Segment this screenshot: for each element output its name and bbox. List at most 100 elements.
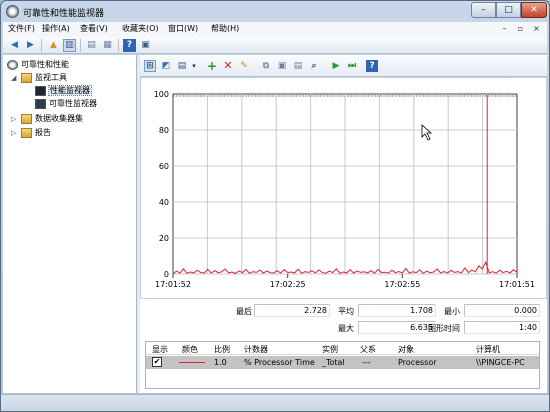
row-object: Processor <box>398 358 437 367</box>
child-restore-button[interactable]: ▫ <box>514 23 527 35</box>
stat-minimum-label: 最小 <box>444 307 460 316</box>
view-log-data-icon[interactable]: ◩ <box>160 60 172 72</box>
y-tick-label: 20 <box>159 234 169 243</box>
title-bar[interactable]: 可靠性和性能监视器 – □ ✕ <box>1 1 549 22</box>
counter-row[interactable]: ✔ 1.0 % Processor Time _Total --- Proces… <box>146 356 539 369</box>
menu-action[interactable]: 操作(A) <box>39 23 73 34</box>
header-instance[interactable]: 实例 <box>322 344 338 355</box>
x-tick-label: 17:01:51 <box>499 280 535 289</box>
row-computer: \\PINGCE-PC <box>476 358 525 367</box>
copy-properties-icon[interactable]: ⧉ <box>260 60 272 72</box>
toolbar-separator <box>80 39 81 52</box>
show-checkbox[interactable]: ✔ <box>152 357 162 367</box>
properties-icon[interactable]: ▤ <box>292 60 304 72</box>
expand-arrow-icon[interactable]: ▷ <box>11 128 19 138</box>
back-arrow-icon[interactable]: ◀ <box>8 39 21 52</box>
y-tick-label: 100 <box>154 90 169 99</box>
console-tree-icon[interactable]: ▥ <box>63 39 76 52</box>
reports-folder-icon <box>21 127 32 138</box>
performance-monitor-pane: ⊞ ◩ ▤ ▾ + ✕ ✎ ⧉ ▣ ▤ ⌕ ▶ ⏭ ? 100 80 60 40 20 0 <box>140 55 547 393</box>
tree-item-monitor-tools-label: 监视工具 <box>35 73 67 82</box>
navigation-tree: 可靠性和性能 ◢ 监视工具 性能监视器 可靠性监视器 ▷ 数据收集器集 ▷ 报告 <box>3 55 137 393</box>
up-folder-icon[interactable]: ▲ <box>47 39 60 52</box>
play-icon[interactable]: ▶ <box>330 60 342 72</box>
content-area: 可靠性和性能 ◢ 监视工具 性能监视器 可靠性监视器 ▷ 数据收集器集 ▷ 报告 <box>3 55 547 393</box>
stat-minimum-value: 0.000 <box>464 304 540 317</box>
window-title: 可靠性和性能监视器 <box>23 9 105 19</box>
stat-average-label: 平均 <box>338 307 354 316</box>
menu-help[interactable]: 帮助(H) <box>208 23 242 34</box>
header-counter[interactable]: 计数器 <box>244 344 268 355</box>
highlight-icon[interactable]: ✎ <box>238 60 250 72</box>
stat-duration-value: 1:40 <box>464 321 540 334</box>
tree-item-root[interactable]: 可靠性和性能 <box>7 58 69 71</box>
paste-counter-list-icon[interactable]: ▣ <box>276 60 288 72</box>
row-scale: 1.0 <box>214 358 227 367</box>
y-axis-labels: 100 80 60 40 20 0 <box>154 90 169 279</box>
header-color[interactable]: 颜色 <box>182 344 198 355</box>
row-counter: % Processor Time <box>244 358 315 367</box>
delete-counter-icon[interactable]: ✕ <box>222 60 234 72</box>
x-axis-labels: 17:01:52 17:02:25 17:02:55 17:01:51 <box>155 274 535 289</box>
tree-item-reliability-monitor[interactable]: 可靠性监视器 <box>35 97 97 110</box>
header-show[interactable]: 显示 <box>152 344 168 355</box>
console-icon[interactable]: ▣ <box>139 39 152 52</box>
main-toolbar: ◀ ▶ ▲ ▥ ▤ ▦ ? ▣ <box>3 37 547 54</box>
stat-last-label: 最后 <box>236 307 252 316</box>
tree-item-root-label: 可靠性和性能 <box>21 60 69 69</box>
close-button[interactable]: ✕ <box>521 2 547 18</box>
menu-file[interactable]: 文件(F) <box>5 23 38 34</box>
tree-item-monitor-tools[interactable]: 监视工具 <box>21 71 67 84</box>
header-object[interactable]: 对象 <box>398 344 414 355</box>
menu-bar: 文件(F) 操作(A) 查看(V) 收藏夹(O) 窗口(W) 帮助(H) – ▫… <box>3 22 547 37</box>
help-icon[interactable]: ? <box>123 39 136 52</box>
toolbar-separator <box>118 39 119 52</box>
child-close-button[interactable]: × <box>530 23 543 35</box>
tree-item-performance-monitor-label: 性能监视器 <box>48 85 92 96</box>
header-parent[interactable]: 父系 <box>360 344 376 355</box>
tree-item-performance-monitor[interactable]: 性能监视器 <box>35 84 92 97</box>
performance-chart-icon <box>35 85 46 96</box>
add-counter-icon[interactable]: + <box>206 60 218 72</box>
tree-item-reliability-monitor-label: 可靠性监视器 <box>49 99 97 108</box>
statistics-bar: 最后 2.728 平均 1.708 最小 0.000 最大 6.635 图形时间… <box>140 301 547 339</box>
performance-line-chart[interactable]: 100806040200 17:01:52 17:02:25 17:02:55 17:… <box>141 78 546 298</box>
reliability-chart-icon <box>35 98 46 109</box>
data-collector-folder-icon <box>21 113 32 124</box>
y-tick-label: 60 <box>159 162 169 171</box>
child-minimize-button[interactable]: – <box>498 23 511 35</box>
properties-icon[interactable]: ▤ <box>85 39 98 52</box>
zoom-icon[interactable]: ⌕ <box>308 60 320 72</box>
export-icon[interactable]: ▦ <box>101 39 114 52</box>
y-tick-label: 80 <box>159 126 169 135</box>
header-scale[interactable]: 比例 <box>214 344 230 355</box>
collapse-arrow-icon[interactable]: ◢ <box>11 73 19 83</box>
forward-arrow-icon[interactable]: ▶ <box>24 39 37 52</box>
tree-item-reports[interactable]: 报告 <box>21 126 51 139</box>
color-swatch <box>179 362 205 363</box>
stat-maximum-label: 最大 <box>338 324 354 333</box>
tree-item-data-collector-sets[interactable]: 数据收集器集 <box>21 112 83 125</box>
view-current-activity-icon[interactable]: ⊞ <box>144 60 156 72</box>
graph-toolbar: ⊞ ◩ ▤ ▾ + ✕ ✎ ⧉ ▣ ▤ ⌕ ▶ ⏭ ? <box>140 55 547 77</box>
toolbar-separator <box>41 39 42 52</box>
status-bar <box>1 394 549 411</box>
graph-grid <box>172 93 518 275</box>
x-tick-label: 17:02:55 <box>384 280 420 289</box>
row-parent: --- <box>362 358 371 367</box>
help-icon[interactable]: ? <box>366 60 378 72</box>
next-frame-icon[interactable]: ⏭ <box>346 60 358 72</box>
performance-monitor-app-icon <box>6 5 19 18</box>
monitor-gauge-icon <box>7 59 18 70</box>
menu-view[interactable]: 查看(V) <box>77 23 111 34</box>
graph-type-dropdown-icon[interactable]: ▾ <box>188 60 200 72</box>
minimize-button[interactable]: – <box>471 2 496 18</box>
menu-window[interactable]: 窗口(W) <box>165 23 201 34</box>
expand-arrow-icon[interactable]: ▷ <box>11 114 19 124</box>
maximize-button[interactable]: □ <box>496 2 521 18</box>
header-computer[interactable]: 计算机 <box>476 344 500 355</box>
menu-favorites[interactable]: 收藏夹(O) <box>119 23 162 34</box>
mdi-child-controls: – ▫ × <box>483 22 547 37</box>
change-graph-type-icon[interactable]: ▤ <box>176 60 188 72</box>
stat-duration-label: 图形时间 <box>428 324 460 333</box>
